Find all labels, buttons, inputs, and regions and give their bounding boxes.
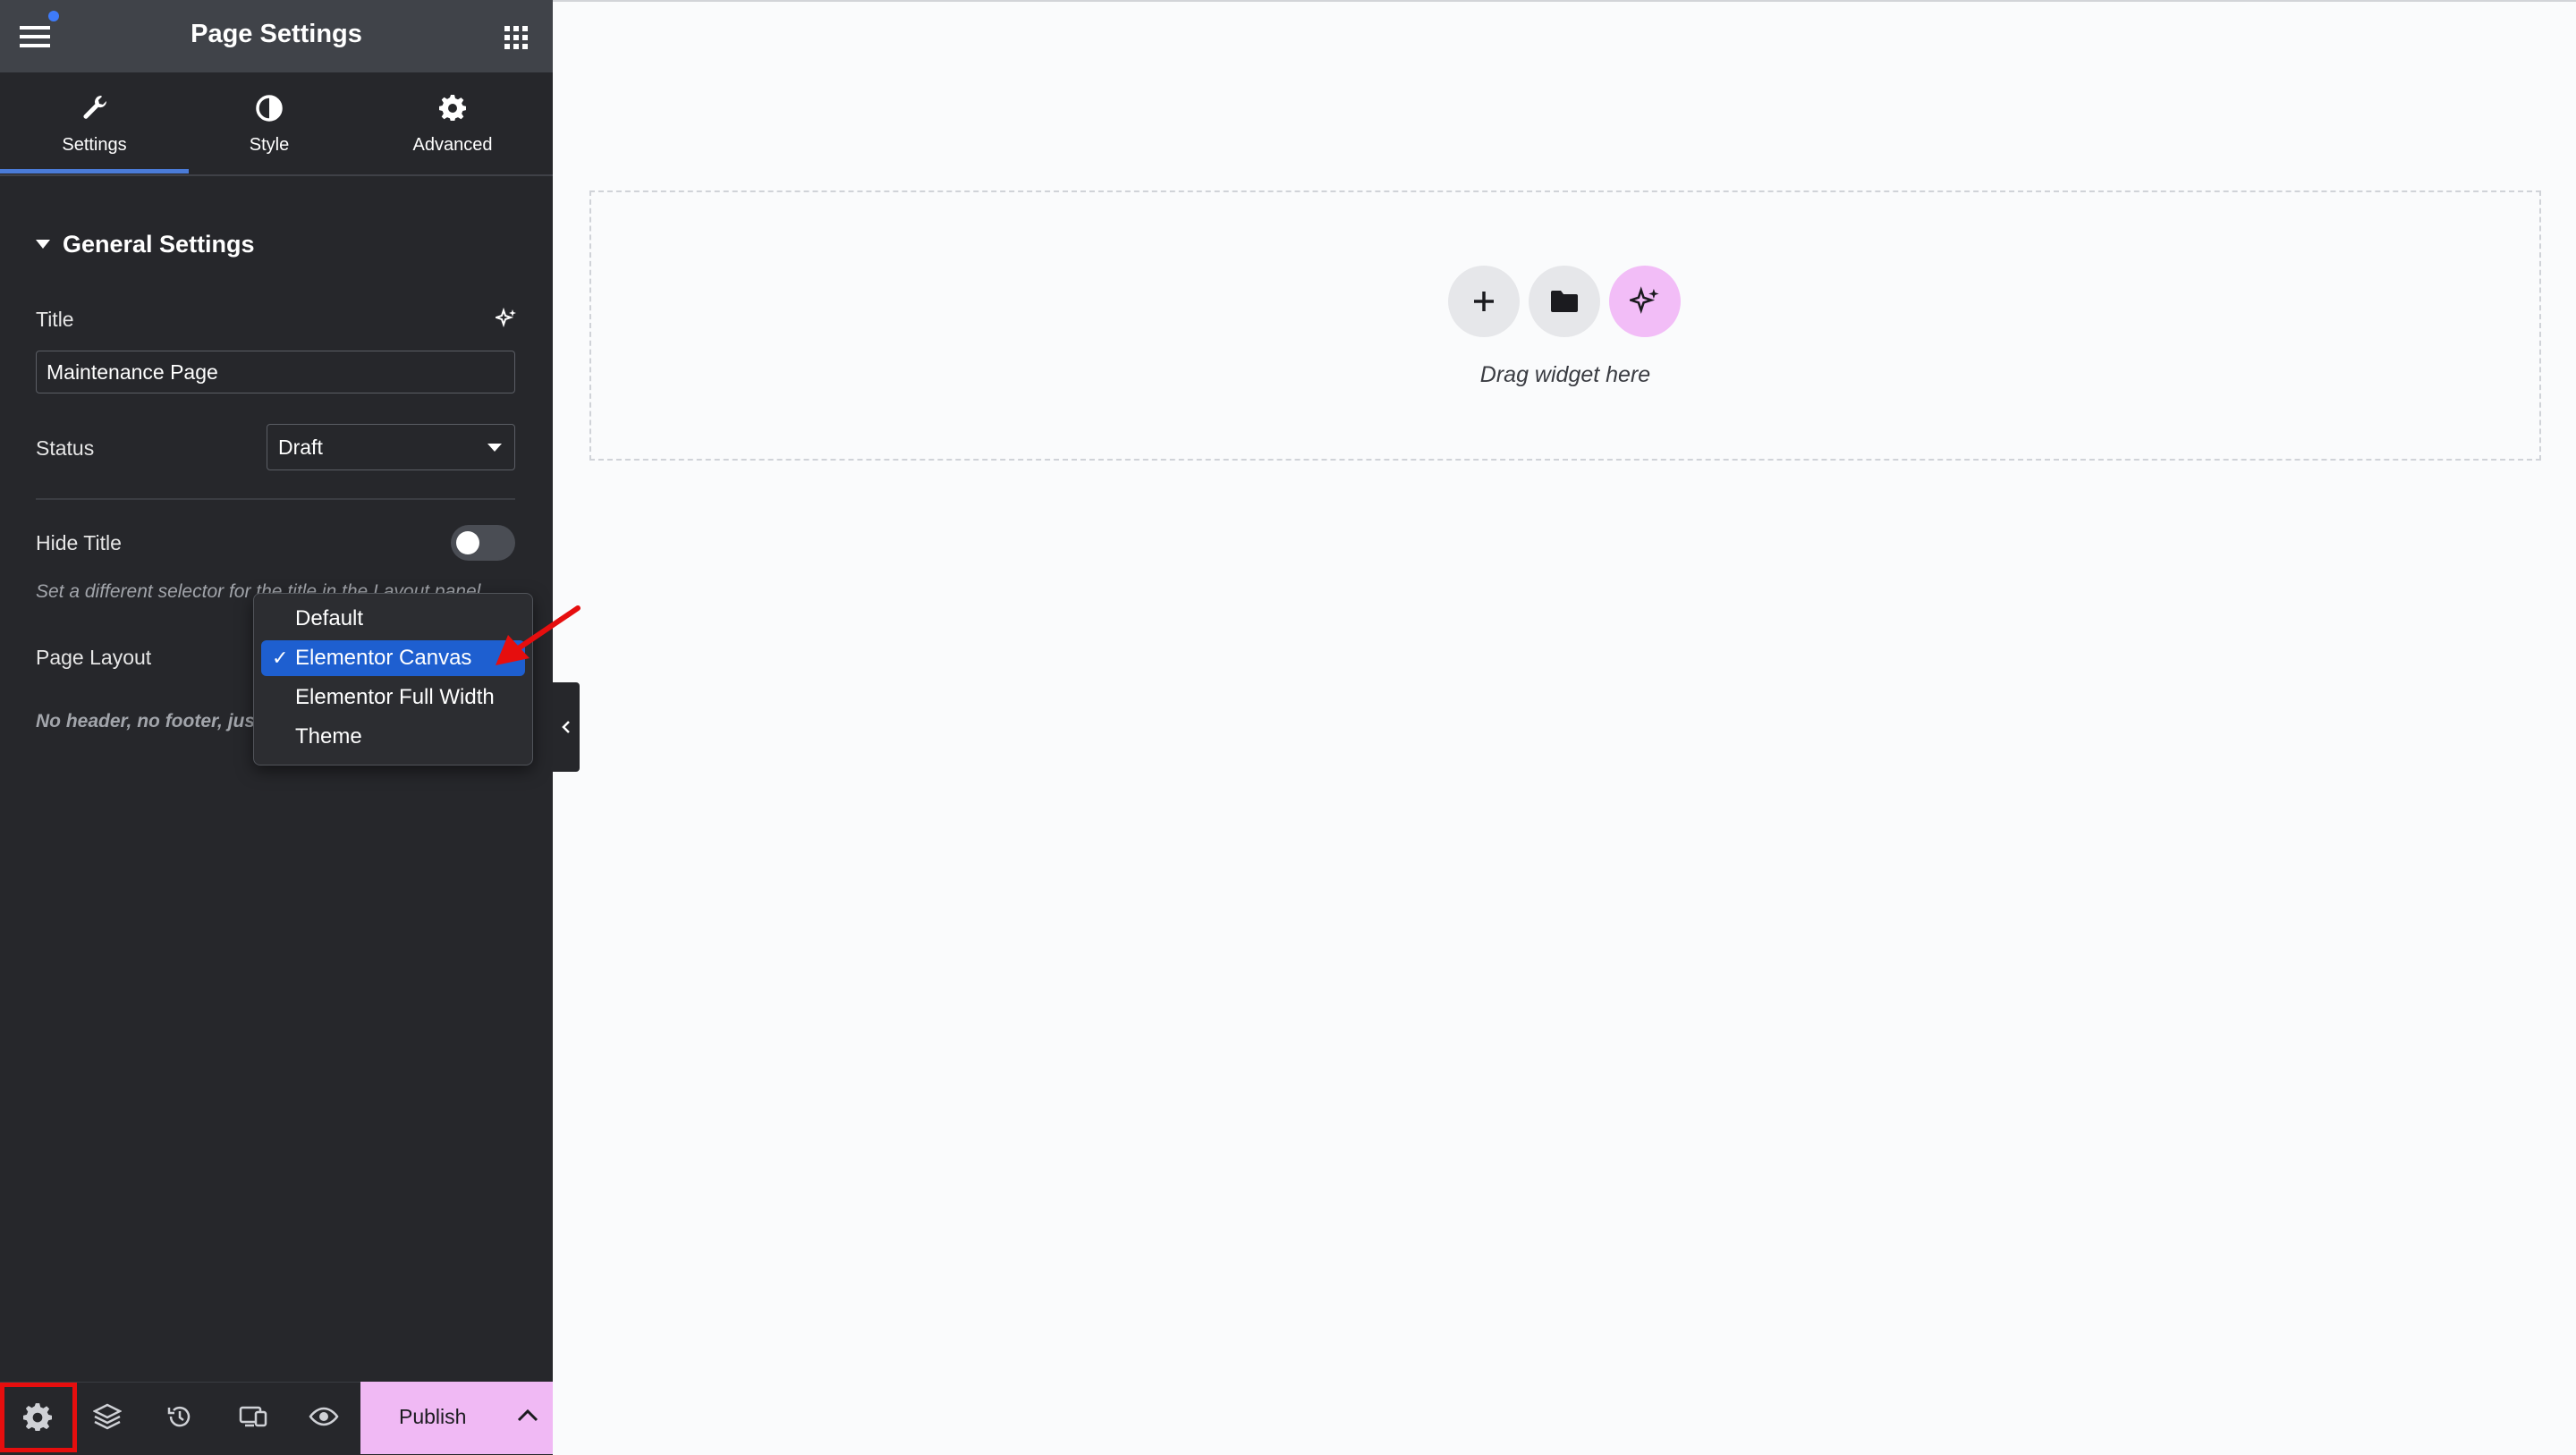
layout-option-theme[interactable]: Theme [261,719,525,755]
status-select-value: Draft [278,436,323,459]
panel-title: Page Settings [191,20,362,48]
chevron-down-icon [487,444,502,452]
responsive-icon[interactable] [238,1402,268,1431]
red-arrow-annotation-icon [490,605,583,671]
layout-option-label: Elementor Full Width [295,685,495,709]
section-general-settings[interactable]: General Settings [36,231,255,258]
caret-down-icon [36,240,50,249]
panel-header: Page Settings [0,0,553,72]
active-tab-indicator [0,169,189,173]
settings-highlight-annotation [0,1383,77,1452]
title-input[interactable]: Maintenance Page [36,351,515,393]
layers-icon[interactable] [93,1402,122,1431]
section-title: General Settings [63,231,255,258]
hide-title-label: Hide Title [36,531,122,554]
add-section-button[interactable] [1448,266,1520,337]
layout-option-elementor-canvas[interactable]: ✓ Elementor Canvas [261,640,525,676]
gear-icon [439,94,466,121]
chevron-up-icon[interactable] [517,1408,538,1423]
status-select[interactable]: Draft [267,424,515,470]
apps-grid-icon[interactable] [504,26,528,49]
tab-style-label: Style [249,135,290,155]
eye-icon[interactable] [309,1402,339,1431]
ai-generate-button[interactable] [1609,266,1681,337]
layout-option-elementor-full-width[interactable]: Elementor Full Width [261,680,525,715]
ai-sparkle-icon [1630,286,1660,317]
tab-advanced[interactable]: Advanced [368,72,538,174]
toggle-knob [456,531,479,554]
tab-settings[interactable]: Settings [0,72,189,174]
status-label: Status [36,436,95,460]
canvas-top-border [553,0,2576,2]
folder-icon [1550,289,1579,314]
hide-title-toggle[interactable] [451,525,515,561]
publish-button[interactable]: Publish [360,1382,553,1454]
panel-tabs: Settings Style Advanced [0,72,553,176]
drop-zone-text: Drag widget here [1479,362,1651,387]
collapse-panel-handle[interactable] [553,682,580,772]
layout-option-label: Default [295,606,364,630]
ai-sparkle-icon[interactable] [496,308,517,329]
divider [36,498,515,500]
publish-label: Publish [399,1405,467,1428]
chevron-left-icon [561,720,572,734]
layout-option-default[interactable]: Default [261,601,525,637]
wrench-icon [81,94,108,121]
plus-icon [1472,290,1496,313]
tab-settings-label: Settings [62,135,127,155]
history-icon[interactable] [165,1402,194,1431]
half-circle-icon [255,94,284,123]
tab-style[interactable]: Style [189,72,350,174]
page-layout-label: Page Layout [36,646,152,669]
title-label: Title [36,308,74,331]
layout-option-label: Elementor Canvas [295,646,472,670]
layout-option-label: Theme [295,724,362,749]
widget-drop-zone[interactable]: Drag widget here [589,190,2541,461]
checkmark-icon: ✓ [272,647,289,669]
tab-advanced-label: Advanced [412,135,493,155]
add-template-button[interactable] [1529,266,1600,337]
